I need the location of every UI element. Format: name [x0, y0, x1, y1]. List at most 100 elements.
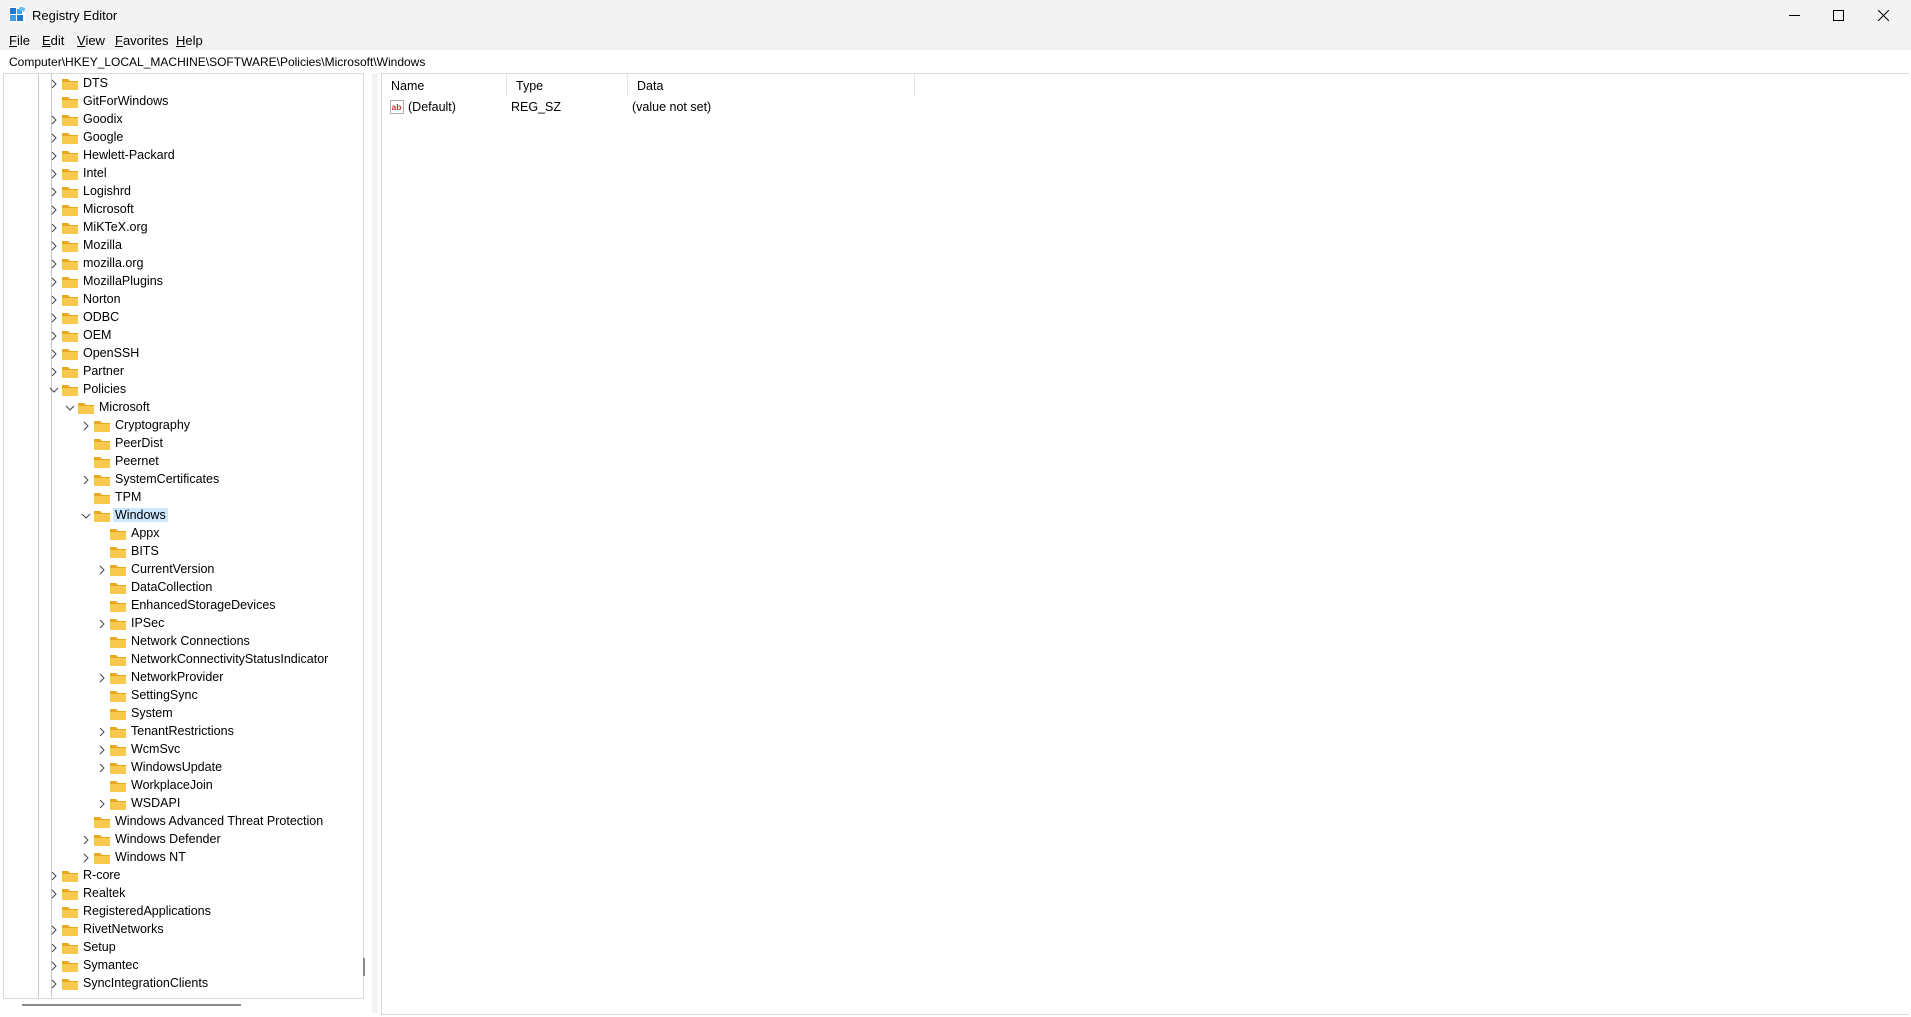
folder-icon [110, 529, 126, 540]
chevron-right-icon[interactable] [48, 168, 60, 180]
column-header-data[interactable]: Data [628, 74, 915, 96]
folder-icon [62, 259, 78, 270]
tree-item-label: Intel [83, 166, 107, 180]
folder-icon [110, 673, 126, 684]
folder-icon [110, 655, 126, 666]
chevron-right-icon[interactable] [80, 834, 92, 846]
folder-icon [62, 205, 78, 216]
folder-icon [62, 97, 78, 108]
tree-item-label: WorkplaceJoin [131, 778, 213, 792]
string-value-icon: ab [390, 100, 404, 114]
tree-item-label: MiKTeX.org [83, 220, 148, 234]
chevron-right-icon[interactable] [48, 222, 60, 234]
tree-item-label: Mozilla [83, 238, 122, 252]
chevron-right-icon[interactable] [48, 294, 60, 306]
chevron-down-icon[interactable] [48, 384, 60, 396]
tree-item-label: OpenSSH [83, 346, 140, 360]
folder-icon [110, 547, 126, 558]
tree-item-label: SyncIntegrationClients [83, 976, 209, 990]
title-bar: Registry Editor [0, 0, 1911, 30]
chevron-right-icon[interactable] [80, 852, 92, 864]
chevron-right-icon[interactable] [96, 618, 108, 630]
chevron-right-icon[interactable] [96, 744, 108, 756]
chevron-right-icon[interactable] [48, 132, 60, 144]
menu-file[interactable]: File [9, 33, 30, 48]
value-row[interactable]: ab (Default) REG_SZ (value not set) [382, 98, 1082, 116]
tree-item-label: OEM [83, 328, 112, 342]
tree-item-label: TenantRestrictions [131, 724, 234, 738]
chevron-right-icon[interactable] [48, 960, 60, 972]
chevron-right-icon[interactable] [48, 78, 60, 90]
tree-item-label: Norton [83, 292, 121, 306]
values-list[interactable]: Name Type Data ab (Default) REG_SZ (valu… [381, 73, 1909, 1015]
folder-icon [62, 277, 78, 288]
minimize-button[interactable] [1771, 0, 1817, 30]
tree-guide-line [38, 74, 39, 998]
chevron-right-icon[interactable] [48, 276, 60, 288]
tree-item-label: System [131, 706, 173, 720]
chevron-right-icon[interactable] [48, 942, 60, 954]
tree-item-label: NetworkProvider [131, 670, 224, 684]
chevron-right-icon[interactable] [80, 474, 92, 486]
maximize-button[interactable] [1815, 0, 1861, 30]
pane-splitter[interactable] [372, 73, 378, 1013]
folder-icon [94, 853, 110, 864]
tree-item-label: Policies [83, 382, 127, 396]
column-header-name[interactable]: Name [382, 74, 507, 96]
chevron-right-icon[interactable] [96, 564, 108, 576]
tree-item-label: DTS [83, 76, 108, 90]
close-button[interactable] [1860, 0, 1906, 30]
folder-icon [94, 511, 110, 522]
chevron-right-icon[interactable] [96, 726, 108, 738]
chevron-right-icon[interactable] [48, 870, 60, 882]
svg-text:ab: ab [392, 102, 402, 112]
chevron-right-icon[interactable] [48, 150, 60, 162]
chevron-right-icon[interactable] [48, 312, 60, 324]
column-header-type[interactable]: Type [507, 74, 628, 96]
folder-icon [94, 835, 110, 846]
tree-item-label: MozillaPlugins [83, 274, 163, 288]
chevron-right-icon[interactable] [48, 978, 60, 990]
chevron-right-icon[interactable] [48, 204, 60, 216]
chevron-right-icon[interactable] [80, 420, 92, 432]
menu-favorites[interactable]: Favorites [115, 33, 168, 48]
registry-tree[interactable]: DTS GitForWindows Goodix Google Hewlett-Pack… [3, 73, 364, 999]
chevron-right-icon[interactable] [48, 114, 60, 126]
tree-item-label: DataCollection [131, 580, 213, 594]
tree-item-label: mozilla.org [83, 256, 144, 270]
menu-view[interactable]: View [77, 33, 105, 48]
tree-item-label: Partner [83, 364, 124, 378]
tree-item-label: Cryptography [115, 418, 191, 432]
folder-icon [110, 619, 126, 630]
folder-icon [62, 367, 78, 378]
chevron-right-icon[interactable] [48, 348, 60, 360]
tree-item-label: Setup [83, 940, 116, 954]
chevron-right-icon[interactable] [48, 258, 60, 270]
chevron-right-icon[interactable] [48, 330, 60, 342]
chevron-right-icon[interactable] [48, 888, 60, 900]
tree-item-label: ODBC [83, 310, 120, 324]
tree-vertical-scrollbar[interactable] [363, 958, 365, 976]
tree-item-label: WcmSvc [131, 742, 181, 756]
folder-icon [62, 961, 78, 972]
chevron-right-icon[interactable] [48, 240, 60, 252]
chevron-right-icon[interactable] [48, 924, 60, 936]
menu-edit[interactable]: Edit [42, 33, 64, 48]
folder-icon [62, 133, 78, 144]
tree-item-label: Symantec [83, 958, 139, 972]
tree-horizontal-scrollbar[interactable] [22, 1004, 241, 1006]
chevron-down-icon[interactable] [80, 510, 92, 522]
menu-help[interactable]: Help [176, 33, 203, 48]
address-bar[interactable]: Computer\HKEY_LOCAL_MACHINE\SOFTWARE\Pol… [0, 52, 1911, 71]
chevron-right-icon[interactable] [48, 366, 60, 378]
folder-icon [62, 295, 78, 306]
chevron-right-icon[interactable] [96, 672, 108, 684]
chevron-right-icon[interactable] [96, 798, 108, 810]
folder-icon [62, 889, 78, 900]
chevron-right-icon[interactable] [96, 762, 108, 774]
folder-icon [62, 115, 78, 126]
chevron-down-icon[interactable] [64, 402, 76, 414]
chevron-right-icon[interactable] [48, 186, 60, 198]
tree-item-label: SettingSync [131, 688, 198, 702]
value-name: (Default) [408, 100, 456, 114]
